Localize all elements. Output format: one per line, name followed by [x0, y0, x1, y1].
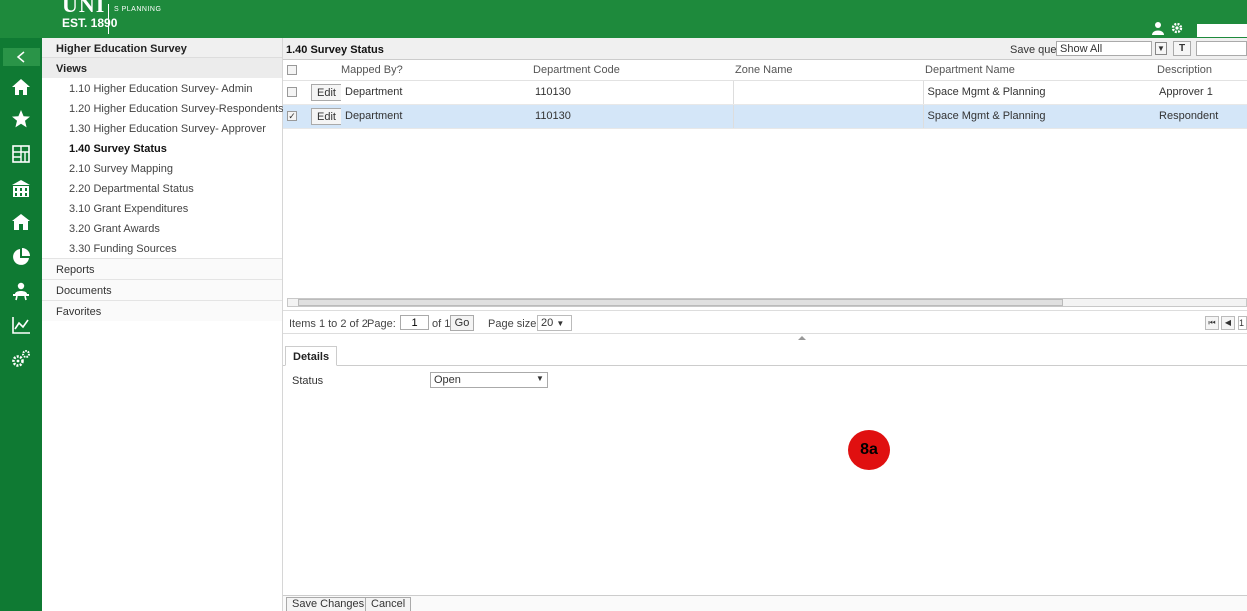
nav-item[interactable]: 1.30 Higher Education Survey- Approver	[42, 118, 282, 138]
top-bar: UNI EST. 1890 S PLANNING	[0, 0, 1247, 38]
pager: Items 1 to 2 of 2 Page: of 1 Go Page siz…	[283, 310, 1247, 334]
nav-panel: Higher Education Survey Views 1.10 Highe…	[42, 38, 284, 611]
table-row[interactable]: Edit Department 110130 Space Mgmt & Plan…	[283, 80, 1247, 105]
grid-search-input[interactable]	[1196, 41, 1247, 56]
page-of-text: of 1	[432, 318, 451, 330]
table-row-selected[interactable]: ✓ Edit Department 110130 Space Mgmt & Pl…	[283, 104, 1247, 129]
go-button[interactable]: Go	[450, 315, 474, 331]
page-number-button[interactable]: 1	[1238, 316, 1247, 330]
dropdown-arrow-icon: ▼	[556, 319, 565, 328]
nav-item[interactable]: 3.30 Funding Sources	[42, 238, 282, 258]
chevron-left-icon	[16, 51, 25, 63]
status-select[interactable]: Open	[430, 372, 548, 388]
nav-header: Higher Education Survey	[42, 38, 282, 58]
icon-rail	[0, 38, 42, 611]
nav-section-reports[interactable]: Reports	[42, 258, 282, 279]
nav-section-favorites[interactable]: Favorites	[42, 300, 282, 321]
line-chart-icon[interactable]	[10, 314, 32, 336]
first-page-icon[interactable]: ⏮	[1205, 316, 1219, 330]
footer-bar: Save Changes Cancel	[283, 595, 1247, 611]
cell-zone	[732, 80, 924, 105]
annotation-badge: 8a	[848, 430, 890, 470]
column-header[interactable]: Description	[1155, 60, 1247, 81]
cell-dept-name: Space Mgmt & Planning	[923, 80, 1156, 105]
scrollbar-thumb[interactable]	[298, 299, 1063, 306]
gears-icon[interactable]	[10, 348, 32, 370]
prev-page-icon[interactable]: ◀	[1221, 316, 1235, 330]
row-checkbox[interactable]	[287, 87, 297, 98]
grid-toolbar: 1.40 Survey Status Save query Show All ▼…	[283, 38, 1247, 60]
page-size-value: 20	[541, 317, 554, 329]
campus-building-icon[interactable]	[10, 178, 32, 200]
building-grid-icon[interactable]	[10, 143, 32, 165]
filter-icon[interactable]: T	[1173, 41, 1191, 56]
home-icon[interactable]	[10, 76, 32, 98]
global-search-input[interactable]	[1197, 24, 1247, 37]
nav-item[interactable]: 2.20 Departmental Status	[42, 178, 282, 198]
details-tabbar: Details	[283, 344, 1247, 366]
star-icon[interactable]	[10, 108, 32, 130]
pie-chart-icon[interactable]	[10, 246, 32, 268]
horizontal-scrollbar[interactable]	[287, 298, 1247, 307]
grid-title: 1.40 Survey Status	[286, 44, 384, 56]
nav-item[interactable]: 3.10 Grant Expenditures	[42, 198, 282, 218]
logo-divider	[108, 4, 109, 34]
dropdown-arrow-icon[interactable]: ▼	[1155, 42, 1167, 55]
row-checkbox-checked[interactable]: ✓	[287, 111, 297, 122]
page-number-input[interactable]	[400, 315, 429, 330]
items-count: Items 1 to 2 of 2	[289, 318, 368, 330]
house-icon[interactable]	[10, 211, 32, 233]
select-all-header[interactable]	[283, 60, 307, 81]
dropdown-arrow-icon[interactable]: ▼	[536, 374, 544, 383]
cell-dept-code: 110130	[531, 104, 734, 129]
cell-zone	[732, 104, 924, 129]
collapse-button[interactable]	[3, 48, 40, 66]
tab-details[interactable]: Details	[285, 346, 338, 366]
results-table: Mapped By? Department Code Zone Name Dep…	[283, 60, 1247, 129]
logo-established: EST. 1890	[62, 16, 118, 30]
cell-dept-code: 110130	[531, 80, 734, 105]
column-header[interactable]: Zone Name	[733, 60, 924, 81]
save-changes-button[interactable]: Save Changes	[286, 597, 371, 611]
cell-mapped-by: Department	[341, 104, 532, 129]
edit-button[interactable]: Edit	[311, 83, 341, 101]
save-query-select[interactable]: Show All	[1056, 41, 1152, 56]
page-label: Page:	[367, 318, 396, 330]
column-header[interactable]: Department Code	[531, 60, 734, 81]
select-all-checkbox[interactable]	[287, 64, 297, 75]
logo-subtitle: S PLANNING	[114, 6, 162, 13]
column-header[interactable]: Mapped By?	[307, 60, 532, 81]
gear-icon[interactable]	[1170, 21, 1184, 35]
nav-item[interactable]: 1.20 Higher Education Survey-Respondents	[42, 98, 284, 118]
column-header[interactable]: Department Name	[923, 60, 1156, 81]
cell-description: Approver 1	[1155, 80, 1247, 105]
nav-views-group[interactable]: Views	[42, 58, 282, 78]
panel-splitter-icon[interactable]	[798, 336, 806, 340]
person-desk-icon[interactable]	[10, 280, 32, 302]
page-size-label: Page size:	[488, 318, 540, 330]
nav-item-active[interactable]: 1.40 Survey Status	[42, 138, 282, 158]
nav-item[interactable]: 2.10 Survey Mapping	[42, 158, 282, 178]
main-panel: 1.40 Survey Status Save query Show All ▼…	[283, 38, 1247, 611]
user-icon[interactable]	[1152, 21, 1164, 35]
cell-mapped-by: Department	[341, 80, 532, 105]
edit-button[interactable]: Edit	[311, 107, 341, 125]
cell-dept-name: Space Mgmt & Planning	[923, 104, 1156, 129]
logo-text: UNI	[62, 0, 106, 17]
nav-item[interactable]: 1.10 Higher Education Survey- Admin	[42, 78, 282, 98]
nav-item[interactable]: 3.20 Grant Awards	[42, 218, 282, 238]
cancel-button[interactable]: Cancel	[365, 597, 412, 611]
status-label: Status	[292, 375, 324, 387]
cell-description: Respondent	[1155, 104, 1247, 129]
nav-section-documents[interactable]: Documents	[42, 279, 282, 300]
page-size-select[interactable]: 20 ▼	[537, 315, 572, 331]
table-header-row: Mapped By? Department Code Zone Name Dep…	[283, 60, 1247, 81]
